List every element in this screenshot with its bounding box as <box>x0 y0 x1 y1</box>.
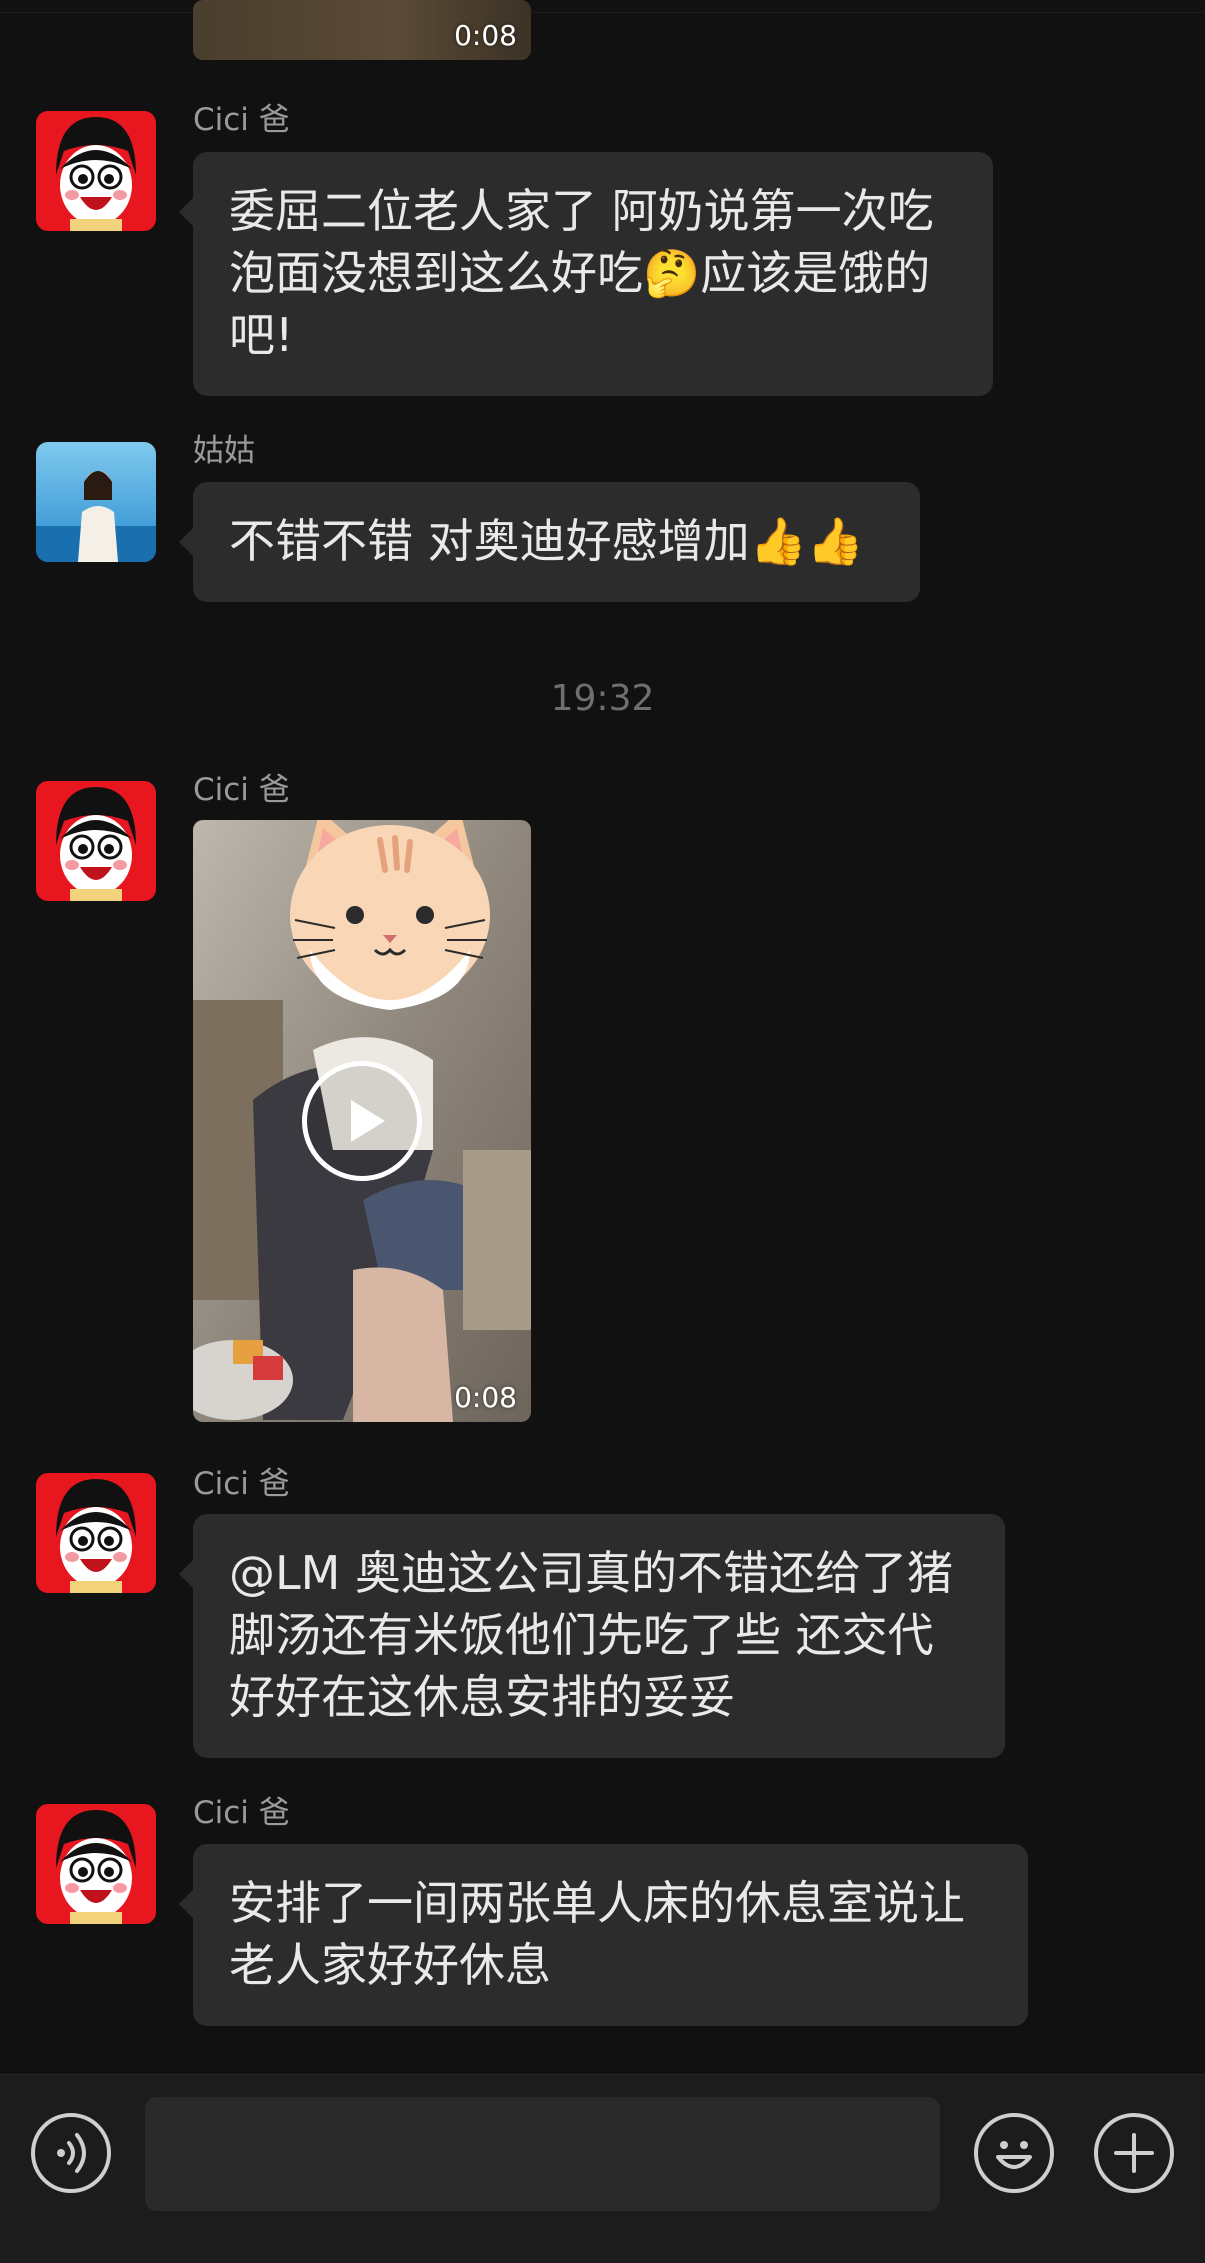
input-bar <box>0 2074 1205 2263</box>
avatar-cici-dad[interactable] <box>36 1804 156 1924</box>
sender-name: Cici 爸 <box>193 1795 290 1831</box>
message-line: 不错不错 对奥迪好感增加👍👍 <box>229 514 865 568</box>
sender-name: Cici 爸 <box>193 102 290 138</box>
message-line: 泡面没想到这么好吃🤔应该是饿的 <box>229 246 931 300</box>
video-duration: 0:08 <box>454 1381 517 1414</box>
message-line: 脚汤还有米饭他们先吃了些 还交代 <box>229 1608 934 1662</box>
sender-name: Cici 爸 <box>193 1466 290 1502</box>
play-icon[interactable] <box>302 1061 422 1181</box>
avatar-aunt[interactable] <box>36 442 156 562</box>
sender-name: 姑姑 <box>193 433 255 469</box>
message-bubble[interactable]: @LM 奥迪这公司真的不错还给了猪 脚汤还有米饭他们先吃了些 还交代 好好在这休… <box>179 1514 1005 1758</box>
message-line: 老人家好好休息 <box>229 1938 551 1992</box>
message-bubble[interactable]: 安排了一间两张单人床的休息室说让 老人家好好休息 <box>179 1844 1028 2026</box>
avatar-cici-dad[interactable] <box>36 111 156 231</box>
message-bubble[interactable]: 委屈二位老人家了 阿奶说第一次吃 泡面没想到这么好吃🤔应该是饿的 吧! <box>179 152 993 396</box>
message-line: @LM 奥迪这公司真的不错还给了猪 <box>229 1546 953 1600</box>
voice-icon[interactable] <box>31 2113 111 2193</box>
emoji-icon[interactable] <box>974 2113 1054 2193</box>
sender-name: Cici 爸 <box>193 772 290 808</box>
message-input[interactable] <box>145 2097 940 2211</box>
timestamp: 19:32 <box>550 678 655 719</box>
plus-icon[interactable] <box>1094 2113 1174 2193</box>
message-line: 吧! <box>229 308 294 362</box>
message-line: 好好在这休息安排的妥妥 <box>229 1670 735 1724</box>
message-bubble[interactable]: 不错不错 对奥迪好感增加👍👍 <box>179 482 920 602</box>
avatar-cici-dad[interactable] <box>36 1473 156 1593</box>
video-message[interactable]: 0:08 <box>193 820 531 1422</box>
message-line: 安排了一间两张单人床的休息室说让 <box>229 1876 965 1930</box>
avatar-cici-dad[interactable] <box>36 781 156 901</box>
video-message-previous[interactable]: 0:08 <box>193 0 531 60</box>
message-line: 委屈二位老人家了 阿奶说第一次吃 <box>229 184 934 238</box>
top-divider <box>0 12 1205 13</box>
video-duration: 0:08 <box>454 19 517 52</box>
